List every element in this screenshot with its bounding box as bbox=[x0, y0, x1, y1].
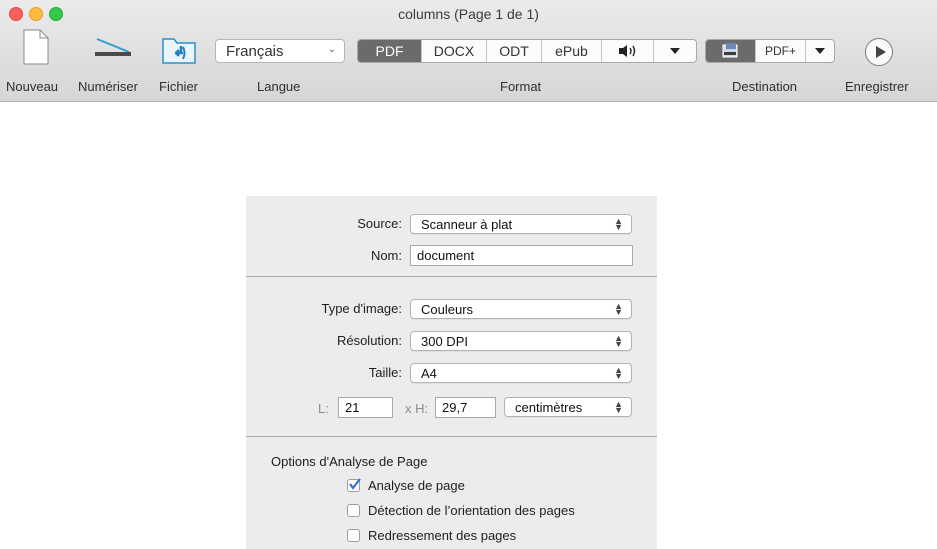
unit-select[interactable]: centimètres ▲ ▼ bbox=[504, 397, 632, 417]
format-label: Format bbox=[500, 79, 542, 94]
chevron-down-icon: ⌄ bbox=[327, 44, 336, 55]
resolution-label: Résolution: bbox=[336, 333, 402, 348]
divider bbox=[246, 436, 657, 437]
updown-arrows-icon: ▲ ▼ bbox=[614, 301, 623, 317]
destination-menu-button[interactable] bbox=[806, 40, 834, 62]
checkmark-icon bbox=[349, 478, 361, 490]
updown-arrows-icon: ▲ ▼ bbox=[614, 333, 623, 349]
fichier-button[interactable]: Fichier bbox=[156, 28, 212, 96]
taille-value: A4 bbox=[421, 366, 437, 381]
speaker-icon bbox=[618, 45, 635, 57]
divider bbox=[246, 276, 657, 277]
nom-label: Nom: bbox=[370, 248, 402, 263]
format-segmented-control[interactable]: PDF DOCX ODT ePub bbox=[357, 39, 697, 63]
height-value: 29,7 bbox=[442, 400, 468, 415]
taille-label: Taille: bbox=[368, 365, 402, 380]
triangle-down-icon bbox=[815, 48, 825, 54]
format-audio-button[interactable] bbox=[602, 40, 654, 62]
fichier-label: Fichier bbox=[159, 79, 199, 94]
source-value: Scanneur à plat bbox=[421, 217, 513, 232]
nouveau-button[interactable]: Nouveau bbox=[6, 28, 68, 96]
folder-import-icon bbox=[162, 38, 196, 64]
source-label: Source: bbox=[357, 216, 402, 231]
scan-settings-panel: Source: Scanneur à plat ▲ ▼ Nom: document… bbox=[246, 196, 657, 549]
play-icon bbox=[876, 46, 886, 58]
type-image-value: Couleurs bbox=[421, 302, 474, 317]
unit-value: centimètres bbox=[515, 400, 583, 415]
type-image-label: Type d'image: bbox=[321, 301, 402, 316]
triangle-down-icon bbox=[670, 48, 680, 54]
options-title: Options d'Analyse de Page bbox=[271, 454, 428, 469]
resolution-value: 300 DPI bbox=[421, 334, 468, 349]
deskew-label: Redressement des pages bbox=[368, 528, 517, 543]
langue-value: Français bbox=[226, 43, 284, 60]
width-value: 21 bbox=[345, 400, 360, 415]
format-docx-button[interactable]: DOCX bbox=[422, 40, 487, 62]
format-menu-button[interactable] bbox=[654, 40, 696, 62]
analyse-page-label: Analyse de page bbox=[368, 478, 465, 493]
new-document-icon bbox=[23, 29, 49, 65]
nom-input[interactable]: document bbox=[410, 245, 633, 266]
numeriser-button[interactable]: Numériser bbox=[76, 28, 148, 96]
width-input[interactable]: 21 bbox=[338, 397, 393, 418]
window-title: columns (Page 1 de 1) bbox=[398, 6, 539, 22]
taille-select[interactable]: A4 ▲ ▼ bbox=[410, 363, 632, 383]
langue-label: Langue bbox=[257, 79, 301, 94]
destination-segmented-control[interactable]: PDF+ bbox=[705, 39, 835, 63]
numeriser-label: Numériser bbox=[78, 79, 138, 94]
window-toolbar: columns (Page 1 de 1) Nouveau Numériser … bbox=[0, 0, 937, 102]
width-label: L: bbox=[318, 401, 329, 416]
orientation-detection-checkbox[interactable] bbox=[347, 504, 360, 517]
source-select[interactable]: Scanneur à plat ▲ ▼ bbox=[410, 214, 632, 234]
format-pdf-button[interactable]: PDF bbox=[358, 40, 422, 62]
updown-arrows-icon: ▲ ▼ bbox=[614, 216, 623, 232]
destination-scan-button[interactable] bbox=[706, 40, 756, 62]
height-label: x H: bbox=[405, 401, 429, 416]
nouveau-label: Nouveau bbox=[6, 79, 59, 94]
langue-select[interactable]: Français ⌄ bbox=[215, 39, 345, 63]
analyse-page-checkbox[interactable] bbox=[347, 478, 361, 492]
format-epub-button[interactable]: ePub bbox=[542, 40, 602, 62]
updown-arrows-icon: ▲ ▼ bbox=[614, 399, 623, 415]
destination-pdfplus-button[interactable]: PDF+ bbox=[756, 40, 806, 62]
nom-value: document bbox=[417, 248, 475, 263]
orientation-detection-label: Détection de l’orientation des pages bbox=[368, 503, 575, 518]
format-odt-button[interactable]: ODT bbox=[487, 40, 542, 62]
enregistrer-label: Enregistrer bbox=[845, 79, 909, 94]
height-input[interactable]: 29,7 bbox=[435, 397, 496, 418]
updown-arrows-icon: ▲ ▼ bbox=[614, 365, 623, 381]
deskew-checkbox[interactable] bbox=[347, 529, 360, 542]
enregistrer-button[interactable] bbox=[865, 38, 893, 66]
resolution-select[interactable]: 300 DPI ▲ ▼ bbox=[410, 331, 632, 351]
type-image-select[interactable]: Couleurs ▲ ▼ bbox=[410, 299, 632, 319]
destination-label: Destination bbox=[732, 79, 798, 94]
scanner-destination-icon bbox=[722, 43, 737, 58]
scanner-icon bbox=[95, 38, 131, 56]
